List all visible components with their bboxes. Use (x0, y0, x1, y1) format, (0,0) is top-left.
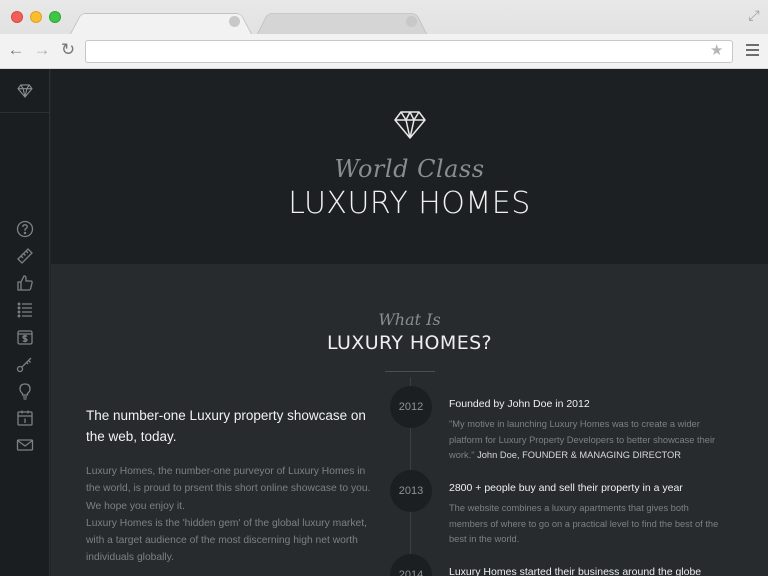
timeline-entry-text: "My motive in launching Luxury Homes was… (449, 419, 716, 460)
intro-paragraph: Luxury Homes is the 'hidden gem' of the … (86, 517, 367, 564)
timeline-entry: Luxury Homes started their business arou… (449, 565, 729, 576)
question-icon (16, 220, 34, 237)
about-title: LUXURY HOMES? (326, 332, 493, 354)
ruler-icon (17, 247, 33, 264)
timeline-entry-text: The website combines a luxury apartments… (449, 503, 719, 544)
fullscreen-icon[interactable]: ⤢ (746, 7, 762, 23)
lightbulb-icon (19, 382, 31, 400)
sidebar-item-calendar[interactable] (0, 404, 50, 431)
intro-heading: The number-one Luxury property showcase … (86, 408, 366, 444)
sidebar-nav (0, 215, 50, 458)
sidebar-item-list[interactable] (0, 296, 50, 323)
browser-tab-active[interactable] (70, 10, 252, 34)
timeline-entry-title: 2800 + people buy and sell their propert… (449, 482, 683, 494)
sidebar-item-ideas[interactable] (0, 377, 50, 404)
back-arrow-icon[interactable]: ← (6, 40, 26, 60)
hero-title: LUXURY HOMES (288, 186, 531, 221)
page-viewport: World Class LUXURY HOMES What Is LUXURY … (0, 69, 768, 576)
diamond-icon (17, 83, 33, 98)
intro-body: Luxury Homes, the number-one purveyor of… (86, 463, 376, 567)
sidebar-item-pricing[interactable] (0, 323, 50, 350)
sidebar (0, 69, 50, 576)
about-section: What Is LUXURY HOMES? The number-one Lux… (51, 264, 768, 576)
bookmark-star-icon[interactable]: ★ (710, 42, 723, 60)
forward-arrow-icon[interactable]: → (32, 40, 52, 60)
sidebar-item-measure[interactable] (0, 242, 50, 269)
timeline-entry-title: Luxury Homes started their business arou… (449, 566, 702, 576)
sidebar-item-keys[interactable] (0, 350, 50, 377)
diamond-icon (394, 111, 426, 139)
key-icon (16, 357, 32, 372)
envelope-icon (16, 438, 34, 451)
timeline-year-badge: 2012 (390, 386, 432, 428)
timeline-entry-title: Founded by John Doe in 2012 (449, 398, 590, 410)
browser-menu-icon[interactable] (746, 44, 760, 58)
intro-paragraph: Luxury Homes, the number-one purveyor of… (86, 466, 371, 512)
reload-icon[interactable]: ↻ (58, 40, 78, 60)
list-icon (17, 302, 32, 317)
calendar-icon (17, 410, 33, 426)
address-bar[interactable] (85, 40, 733, 63)
tab-strip: ⤢ (0, 0, 768, 34)
tab-close-icon[interactable] (406, 16, 417, 27)
browser-toolbar: ← → ↻ ★ (0, 34, 768, 68)
sidebar-item-contact[interactable] (0, 431, 50, 458)
sidebar-item-help[interactable] (0, 215, 50, 242)
timeline-entry-attribution: John Doe, FOUNDER & MANAGING DIRECTOR (477, 450, 681, 460)
title-divider (385, 371, 435, 372)
browser-chrome: ⤢ ← → ↻ ★ (0, 0, 768, 68)
sidebar-logo[interactable] (0, 69, 50, 113)
close-window-button[interactable] (11, 11, 23, 23)
maximize-window-button[interactable] (49, 11, 61, 23)
minimize-window-button[interactable] (30, 11, 42, 23)
tab-close-icon[interactable] (229, 16, 240, 27)
timeline-entry: 2800 + people buy and sell their propert… (449, 481, 729, 548)
dollar-icon (17, 329, 33, 345)
timeline-entry: Founded by John Doe in 2012 "My motive i… (449, 397, 729, 464)
timeline-year-badge: 2013 (390, 470, 432, 512)
timeline-year-badge: 2014 (390, 554, 432, 576)
hero-section: World Class LUXURY HOMES (51, 69, 768, 264)
hero-subtitle: World Class (334, 155, 485, 183)
browser-tab-inactive[interactable] (257, 10, 427, 34)
sidebar-item-like[interactable] (0, 269, 50, 296)
thumbs-up-icon (17, 274, 33, 291)
about-subtitle: What Is (378, 310, 441, 329)
